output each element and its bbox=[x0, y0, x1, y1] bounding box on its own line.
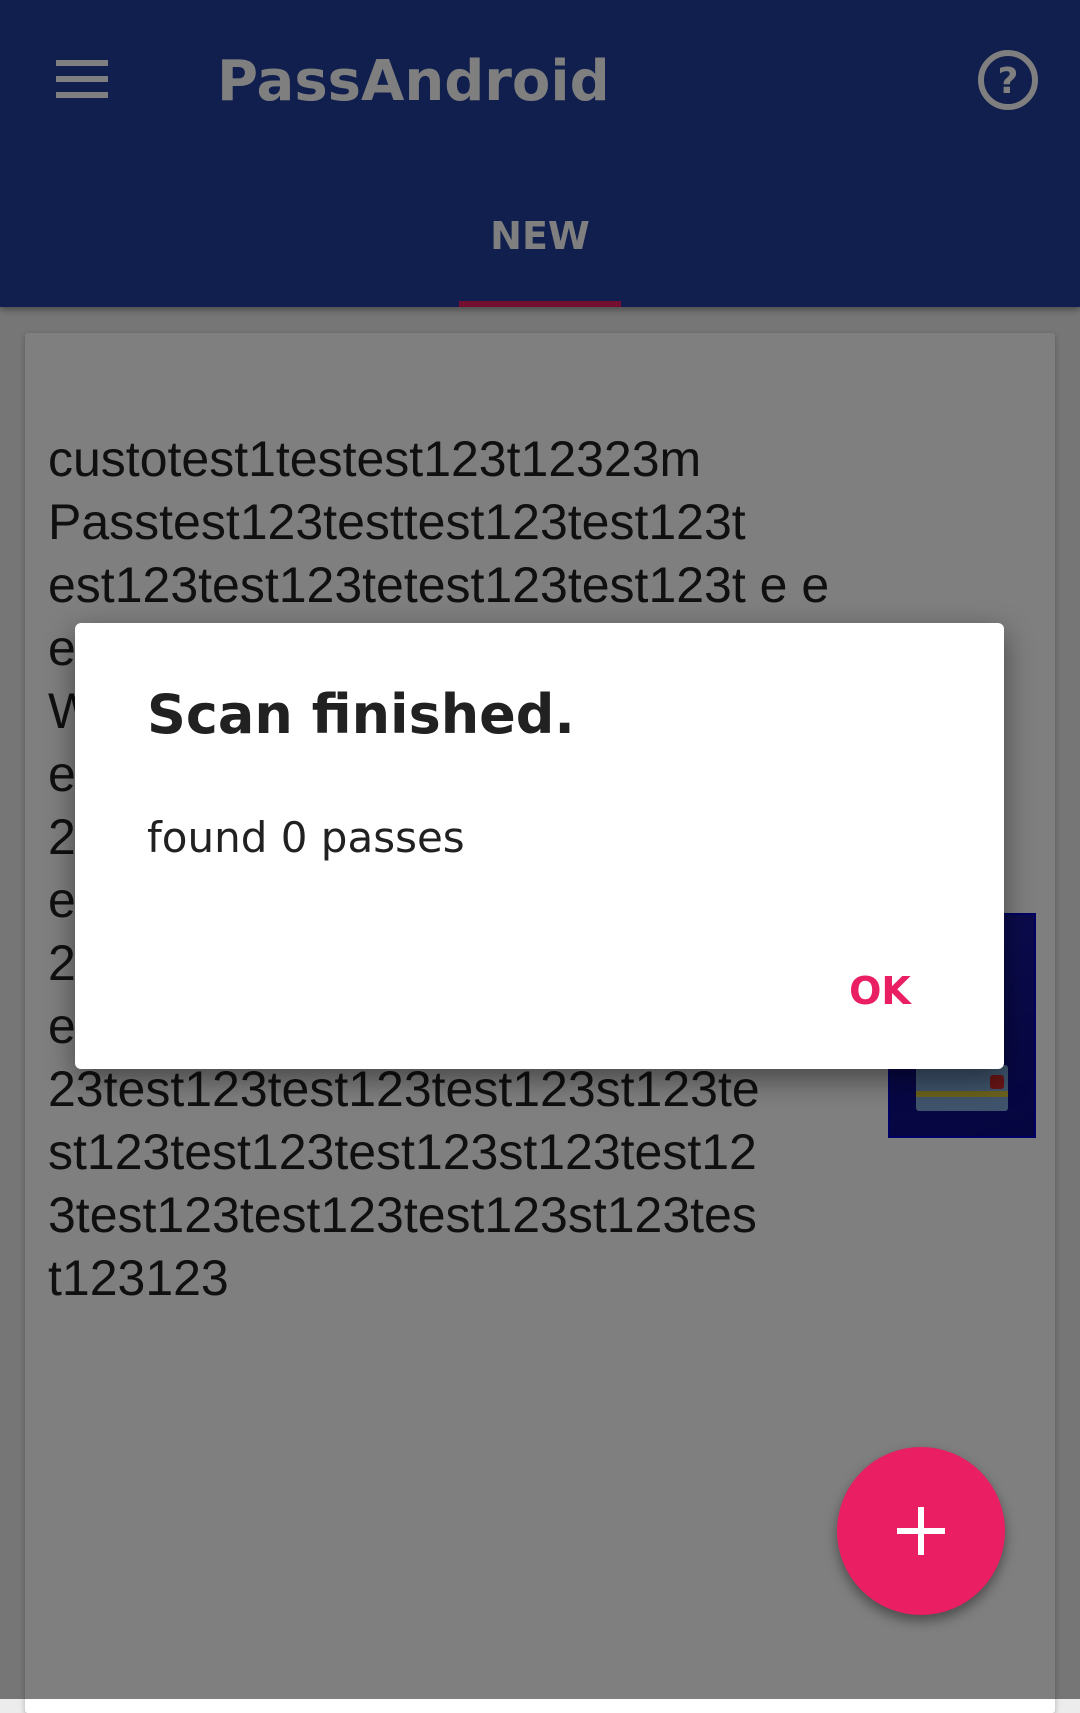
plus-icon bbox=[897, 1507, 945, 1555]
scan-finished-dialog: Scan finished. found 0 passes OK bbox=[75, 623, 1004, 1069]
dialog-message: found 0 passes bbox=[147, 813, 465, 862]
dialog-title: Scan finished. bbox=[147, 683, 575, 746]
ok-button[interactable]: OK bbox=[825, 953, 935, 1029]
add-pass-button[interactable] bbox=[837, 1447, 1005, 1615]
